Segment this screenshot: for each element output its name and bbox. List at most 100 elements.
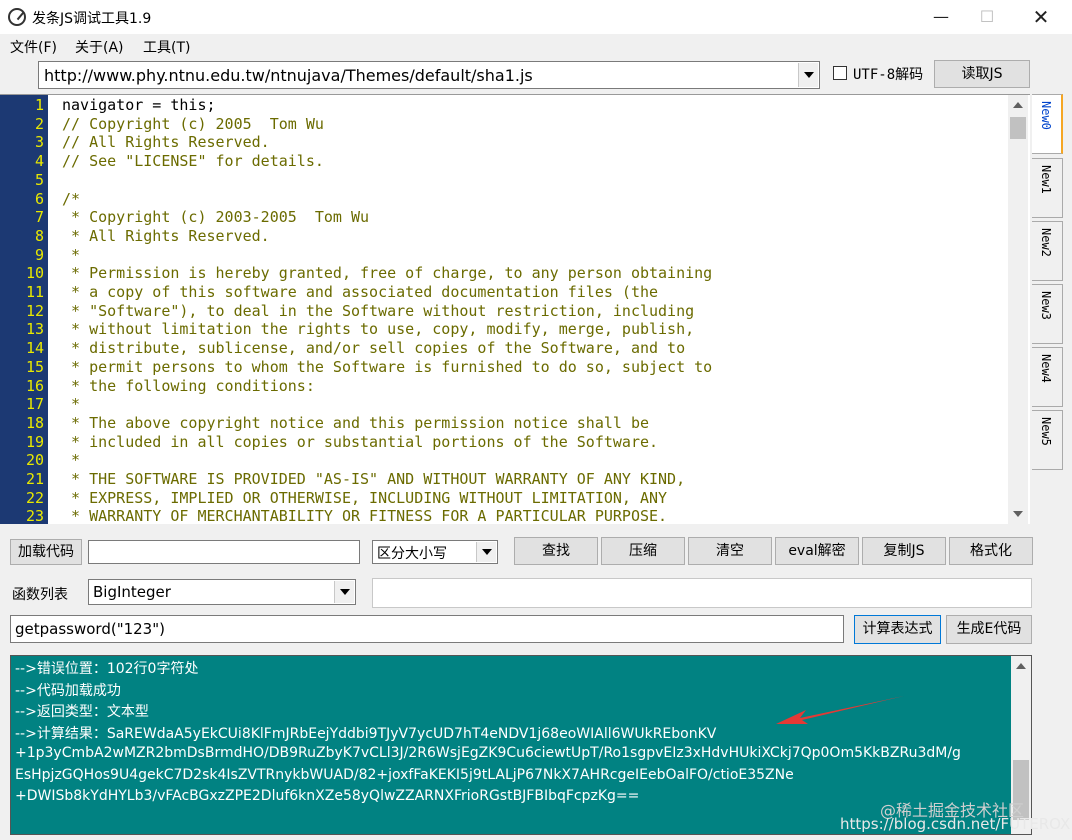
watermark-csdn: https://blog.csdn.net/FUTEROX bbox=[840, 815, 1071, 833]
line-number: 12 bbox=[25, 301, 44, 320]
clear-button[interactable]: 清空 bbox=[688, 537, 772, 565]
output-line: +DWISb8kYdHYLb3/vFAcBGxzZPE2Dluf6knXZe58… bbox=[15, 788, 640, 805]
minimize-button[interactable]: — bbox=[918, 0, 964, 34]
code-line: * included in all copies or substantial … bbox=[62, 432, 659, 451]
line-number: 4 bbox=[34, 152, 44, 171]
load-code-input[interactable] bbox=[88, 540, 360, 564]
function-list-label: 函数列表 bbox=[12, 587, 68, 603]
line-number: 1 bbox=[34, 96, 44, 114]
output-line: -->计算结果：SaREWdaA5yEkCUi8KlFmJRbEejYddbi9… bbox=[15, 726, 717, 743]
editor-scrollbar[interactable] bbox=[1008, 95, 1028, 524]
function-dropdown-arrow-icon[interactable] bbox=[334, 581, 354, 603]
format-button[interactable]: 格式化 bbox=[949, 537, 1033, 565]
output-line: -->返回类型：文本型 bbox=[15, 704, 149, 721]
code-line: // See "LICENSE" for details. bbox=[62, 152, 324, 171]
output-console[interactable]: -->错误位置：102行0字符处 -->代码加载成功 -->返回类型：文本型 -->计… bbox=[10, 655, 1032, 835]
app-icon bbox=[8, 8, 26, 26]
code-line: * THE SOFTWARE IS PROVIDED "AS-IS" AND W… bbox=[62, 470, 686, 488]
code-line: /* bbox=[62, 189, 81, 208]
line-number: 19 bbox=[25, 432, 44, 451]
line-number: 13 bbox=[25, 320, 44, 339]
line-number: 11 bbox=[25, 283, 44, 301]
line-number: 8 bbox=[34, 226, 44, 245]
code-line: // Copyright (c) 2005 Tom Wu bbox=[62, 114, 324, 133]
menu-about[interactable]: 关于(A) bbox=[75, 37, 124, 57]
copy-js-button[interactable]: 复制JS bbox=[862, 537, 946, 565]
line-number: 3 bbox=[34, 133, 44, 152]
line-number: 14 bbox=[25, 339, 44, 358]
tab-new2[interactable]: New2 bbox=[1032, 221, 1063, 281]
compress-button[interactable]: 压缩 bbox=[601, 537, 685, 565]
function-list-select[interactable]: BigInteger bbox=[88, 579, 356, 605]
code-editor[interactable]: 1 2 3 4 5 6 7 8 9 10 11 12 13 14 15 16 17 18 19 20 21 22 23 na… bbox=[0, 94, 1030, 524]
line-number: 10 bbox=[25, 264, 44, 283]
line-number: 22 bbox=[25, 488, 44, 507]
code-line: * bbox=[62, 395, 81, 414]
menu-bar: 文件(F) 关于(A) 工具(T) bbox=[0, 34, 1072, 56]
case-select-value: 区分大小写 bbox=[377, 546, 447, 562]
close-button[interactable]: ✕ bbox=[1018, 0, 1064, 34]
output-scroll-up-icon[interactable] bbox=[1016, 663, 1026, 669]
line-number: 15 bbox=[25, 357, 44, 376]
code-line: * The above copyright notice and this pe… bbox=[62, 413, 649, 432]
output-line: -->错误位置：102行0字符处 bbox=[15, 661, 199, 677]
menu-file[interactable]: 文件(F) bbox=[10, 37, 57, 57]
line-number: 23 bbox=[25, 507, 44, 524]
output-line: +1p3yCmbA2wMZR2bmDsBrmdHO/DB9RuZbyK7vCLl… bbox=[15, 744, 961, 761]
read-js-button[interactable]: 读取JS bbox=[934, 60, 1030, 88]
code-line: * permit persons to whom the Software is… bbox=[62, 357, 713, 376]
line-number: 17 bbox=[25, 395, 44, 414]
function-detail-field[interactable] bbox=[372, 578, 1032, 608]
scroll-thumb[interactable] bbox=[1010, 117, 1026, 139]
url-combo[interactable]: http://www.phy.ntnu.edu.tw/ntnujava/Them… bbox=[38, 61, 820, 89]
line-number: 20 bbox=[25, 451, 44, 470]
tab-new3[interactable]: New3 bbox=[1032, 284, 1063, 344]
code-line: * All Rights Reserved. bbox=[62, 226, 270, 245]
scroll-up-icon[interactable] bbox=[1013, 102, 1023, 108]
line-number: 18 bbox=[25, 413, 44, 432]
output-line: EsHpjzGQHos9U4gekC7D2sk4IsZVTRnykbWUAD/8… bbox=[15, 766, 794, 783]
tab-new0[interactable]: New0 bbox=[1032, 94, 1063, 154]
line-number-gutter: 1 2 3 4 5 6 7 8 9 10 11 12 13 14 15 16 17 18 19 20 21 22 23 bbox=[0, 95, 48, 524]
code-line: * the following conditions: bbox=[62, 376, 315, 395]
line-number: 6 bbox=[34, 189, 44, 208]
calculate-expression-button[interactable]: 计算表达式 bbox=[854, 615, 941, 644]
annotation-arrow-icon bbox=[776, 696, 904, 724]
expression-value: getpassword("123") bbox=[15, 620, 165, 638]
code-line: * EXPRESS, IMPLIED OR OTHERWISE, INCLUDI… bbox=[62, 488, 668, 507]
line-number: 7 bbox=[34, 208, 44, 227]
code-line: * distribute, sublicense, and/or sell co… bbox=[62, 339, 686, 358]
url-dropdown-arrow-icon[interactable] bbox=[798, 63, 818, 87]
line-number: 21 bbox=[25, 470, 44, 488]
line-number: 5 bbox=[34, 170, 44, 189]
title-bar: 发条JS调试工具1.9 — ☐ ✕ bbox=[0, 0, 1072, 34]
generate-e-code-button[interactable]: 生成E代码 bbox=[946, 615, 1032, 644]
load-code-button[interactable]: 加载代码 bbox=[10, 539, 82, 565]
expression-input[interactable]: getpassword("123") bbox=[10, 615, 844, 643]
maximize-button[interactable]: ☐ bbox=[964, 0, 1010, 34]
code-line: * "Software"), to deal in the Software w… bbox=[62, 301, 695, 320]
code-line: * WARRANTY OF MERCHANTABILITY OR FITNESS… bbox=[62, 507, 668, 524]
line-number: 2 bbox=[34, 114, 44, 133]
find-button[interactable]: 查找 bbox=[514, 537, 598, 565]
utf8-label: UTF-8解码 bbox=[853, 67, 924, 83]
code-line: * a copy of this software and associated… bbox=[62, 283, 659, 301]
case-dropdown-arrow-icon[interactable] bbox=[476, 542, 496, 562]
code-line: * bbox=[62, 245, 81, 264]
line-number: 9 bbox=[34, 245, 44, 264]
output-line: -->代码加载成功 bbox=[15, 682, 121, 699]
tab-new4[interactable]: New4 bbox=[1032, 347, 1063, 407]
eval-decode-button[interactable]: eval解密 bbox=[775, 537, 859, 565]
case-sensitive-select[interactable]: 区分大小写 bbox=[372, 540, 498, 564]
code-line: * Permission is hereby granted, free of … bbox=[62, 264, 713, 283]
code-line: * bbox=[62, 451, 81, 470]
window-title: 发条JS调试工具1.9 bbox=[32, 11, 152, 27]
code-line: * without limitation the rights to use, … bbox=[62, 320, 695, 339]
menu-tools[interactable]: 工具(T) bbox=[143, 37, 190, 57]
code-line: * Copyright (c) 2003-2005 Tom Wu bbox=[62, 208, 370, 227]
utf8-checkbox[interactable] bbox=[833, 66, 847, 80]
scroll-down-icon[interactable] bbox=[1013, 511, 1023, 517]
tab-new1[interactable]: New1 bbox=[1032, 158, 1063, 218]
code-line: // All Rights Reserved. bbox=[62, 133, 270, 152]
tab-new5[interactable]: New5 bbox=[1032, 410, 1063, 470]
